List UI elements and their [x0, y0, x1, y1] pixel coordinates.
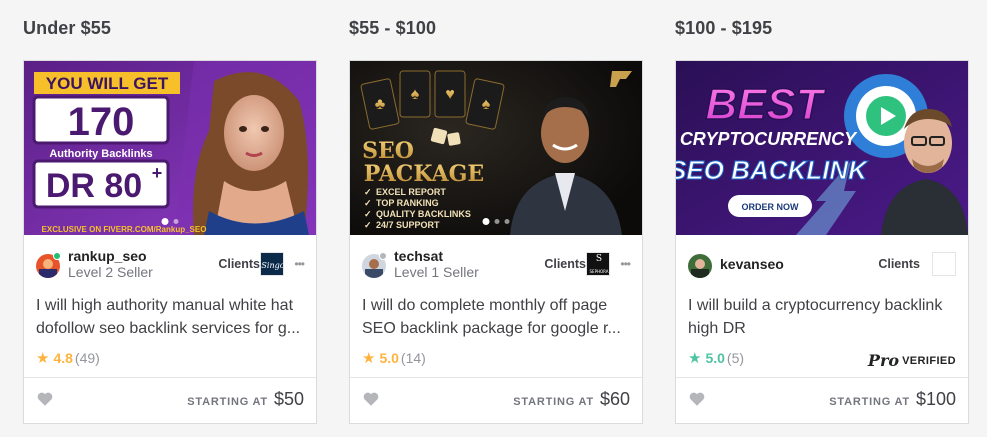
thumb-text-2: CRYPTOCURRENCY: [680, 129, 858, 149]
svg-text:✓: ✓: [364, 198, 372, 208]
svg-text:✓: ✓: [364, 187, 372, 197]
clients-label: Clients: [218, 257, 260, 271]
thumb-bullet: 24/7 SUPPORT: [376, 220, 440, 230]
card-footer: STARTING AT $50: [24, 377, 316, 423]
pro-verified-badge: Pro VERIFIED: [868, 351, 956, 370]
price-value: $100: [915, 389, 956, 409]
starting-at-label: STARTING AT: [829, 396, 910, 408]
gig-rating: ★ 5.0 (14): [362, 350, 426, 366]
card-footer: STARTING AT $60: [350, 377, 642, 423]
gig-title[interactable]: I will do complete monthly off page SEO …: [362, 294, 630, 340]
more-options-icon[interactable]: •••: [620, 257, 631, 271]
heart-icon[interactable]: [688, 390, 706, 408]
tier-title: $100 - $195: [675, 18, 773, 38]
svg-text:✓: ✓: [364, 220, 372, 230]
thumb-text-2: 170: [68, 100, 135, 144]
online-status-indicator: [53, 252, 61, 260]
gig-title[interactable]: I will build a cryptocurrency backlink h…: [688, 294, 956, 340]
seller-info: rankup_seo Level 2 Seller Clients Singo …: [36, 248, 305, 284]
rating-value: 4.8: [53, 350, 73, 366]
starting-at-label: STARTING AT: [513, 396, 594, 408]
starting-at-label: STARTING AT: [187, 396, 268, 408]
svg-text:Singo: Singo: [261, 261, 284, 270]
seller-name[interactable]: techsat: [394, 248, 443, 264]
thumb-bullet: QUALITY BACKLINKS: [376, 209, 471, 219]
carousel-dot[interactable]: [161, 218, 169, 225]
thumb-text-3: Authority Backlinks: [49, 148, 152, 160]
gig-image: BEST CRYPTOCURRENCY SEO BACKLINK ORDER N…: [676, 61, 968, 235]
client-logo: Singo: [260, 252, 284, 276]
client-logo: [932, 252, 956, 276]
svg-text:SEPHORA: SEPHORA: [590, 269, 609, 274]
client-logo: S SEPHORA: [586, 252, 610, 276]
svg-text:♣: ♣: [375, 96, 386, 113]
rating-value: 5.0: [379, 350, 399, 366]
gig-image: YOU WILL GET 170 Authority Backlinks DR …: [24, 61, 316, 235]
heart-icon[interactable]: [362, 390, 380, 408]
gig-thumbnail[interactable]: YOU WILL GET 170 Authority Backlinks DR …: [24, 61, 316, 235]
gig-image: ♣ ♠ ♥ ♠ SEO PACKAGE ✓ EXCEL REPORT ✓ TOP R…: [350, 61, 642, 235]
star-icon: ★: [688, 349, 702, 367]
gig-thumbnail[interactable]: ♣ ♠ ♥ ♠ SEO PACKAGE ✓ EXCEL REPORT ✓ TOP R…: [350, 61, 642, 235]
thumb-text-4-sup: +: [152, 163, 163, 183]
tier-title: Under $55: [23, 18, 111, 38]
pro-label: Pro: [867, 351, 900, 370]
seller-name[interactable]: kevanseo: [720, 256, 784, 272]
price[interactable]: STARTING AT $100: [829, 389, 956, 410]
seller-info: techsat Level 1 Seller Clients S SEPHORA …: [362, 248, 631, 284]
carousel-dot[interactable]: [482, 218, 490, 225]
card-footer: STARTING AT $100: [676, 377, 968, 423]
price[interactable]: STARTING AT $50: [187, 389, 304, 410]
price[interactable]: STARTING AT $60: [513, 389, 630, 410]
price-value: $50: [273, 389, 304, 409]
svg-text:S: S: [596, 254, 602, 264]
gig-rating: ★ 5.0 (5): [688, 350, 744, 366]
gig-rating: ★ 4.8 (49): [36, 350, 100, 366]
gig-thumbnail[interactable]: BEST CRYPTOCURRENCY SEO BACKLINK ORDER N…: [676, 61, 968, 235]
gig-card[interactable]: ♣ ♠ ♥ ♠ SEO PACKAGE ✓ EXCEL REPORT ✓ TOP R…: [349, 60, 643, 424]
thumb-text-2: PACKAGE: [364, 161, 484, 187]
rating-count: (5): [726, 350, 745, 366]
tier-title: $55 - $100: [349, 18, 437, 38]
svg-text:♠: ♠: [411, 86, 420, 103]
heart-icon[interactable]: [36, 390, 54, 408]
svg-text:✓: ✓: [364, 209, 372, 219]
gig-title[interactable]: I will high authority manual white hat d…: [36, 294, 304, 340]
svg-text:♥: ♥: [445, 86, 455, 103]
star-icon: ★: [362, 349, 376, 367]
carousel-dot[interactable]: [504, 219, 510, 224]
thumb-bullet: TOP RANKING: [376, 198, 439, 208]
more-options-icon[interactable]: •••: [294, 257, 305, 271]
price-value: $60: [599, 389, 630, 409]
online-status-indicator: [379, 252, 387, 260]
pro-verified-label: VERIFIED: [902, 354, 956, 367]
carousel-dot[interactable]: [494, 219, 500, 224]
thumb-text-1: BEST: [705, 80, 825, 129]
gig-card[interactable]: YOU WILL GET 170 Authority Backlinks DR …: [23, 60, 317, 424]
seller-name[interactable]: rankup_seo: [68, 248, 147, 264]
thumb-cta: ORDER NOW: [742, 202, 800, 212]
avatar[interactable]: [688, 254, 712, 278]
thumb-text-5: EXCLUSIVE ON FIVERR.COM/Rankup_SEO: [42, 225, 207, 234]
svg-text:♠: ♠: [482, 96, 491, 113]
thumb-text-4: DR 80: [46, 167, 142, 205]
carousel-dots[interactable]: [161, 218, 179, 225]
thumb-text-1: YOU WILL GET: [46, 74, 169, 93]
carousel-dot[interactable]: [173, 219, 179, 224]
clients-label: Clients: [544, 257, 586, 271]
rating-value: 5.0: [705, 350, 725, 366]
rating-count: (49): [74, 350, 100, 366]
thumb-text-3: SEO BACKLINK: [676, 155, 869, 185]
thumb-bullet: EXCEL REPORT: [376, 187, 446, 197]
seller-info: kevanseo Clients: [688, 248, 956, 284]
seller-level: Level 1 Seller: [394, 264, 479, 280]
rating-count: (14): [400, 350, 426, 366]
star-icon: ★: [36, 349, 50, 367]
carousel-dots[interactable]: [482, 218, 510, 225]
seller-level: Level 2 Seller: [68, 264, 153, 280]
gig-card[interactable]: BEST CRYPTOCURRENCY SEO BACKLINK ORDER N…: [675, 60, 969, 424]
clients-label: Clients: [878, 257, 920, 271]
